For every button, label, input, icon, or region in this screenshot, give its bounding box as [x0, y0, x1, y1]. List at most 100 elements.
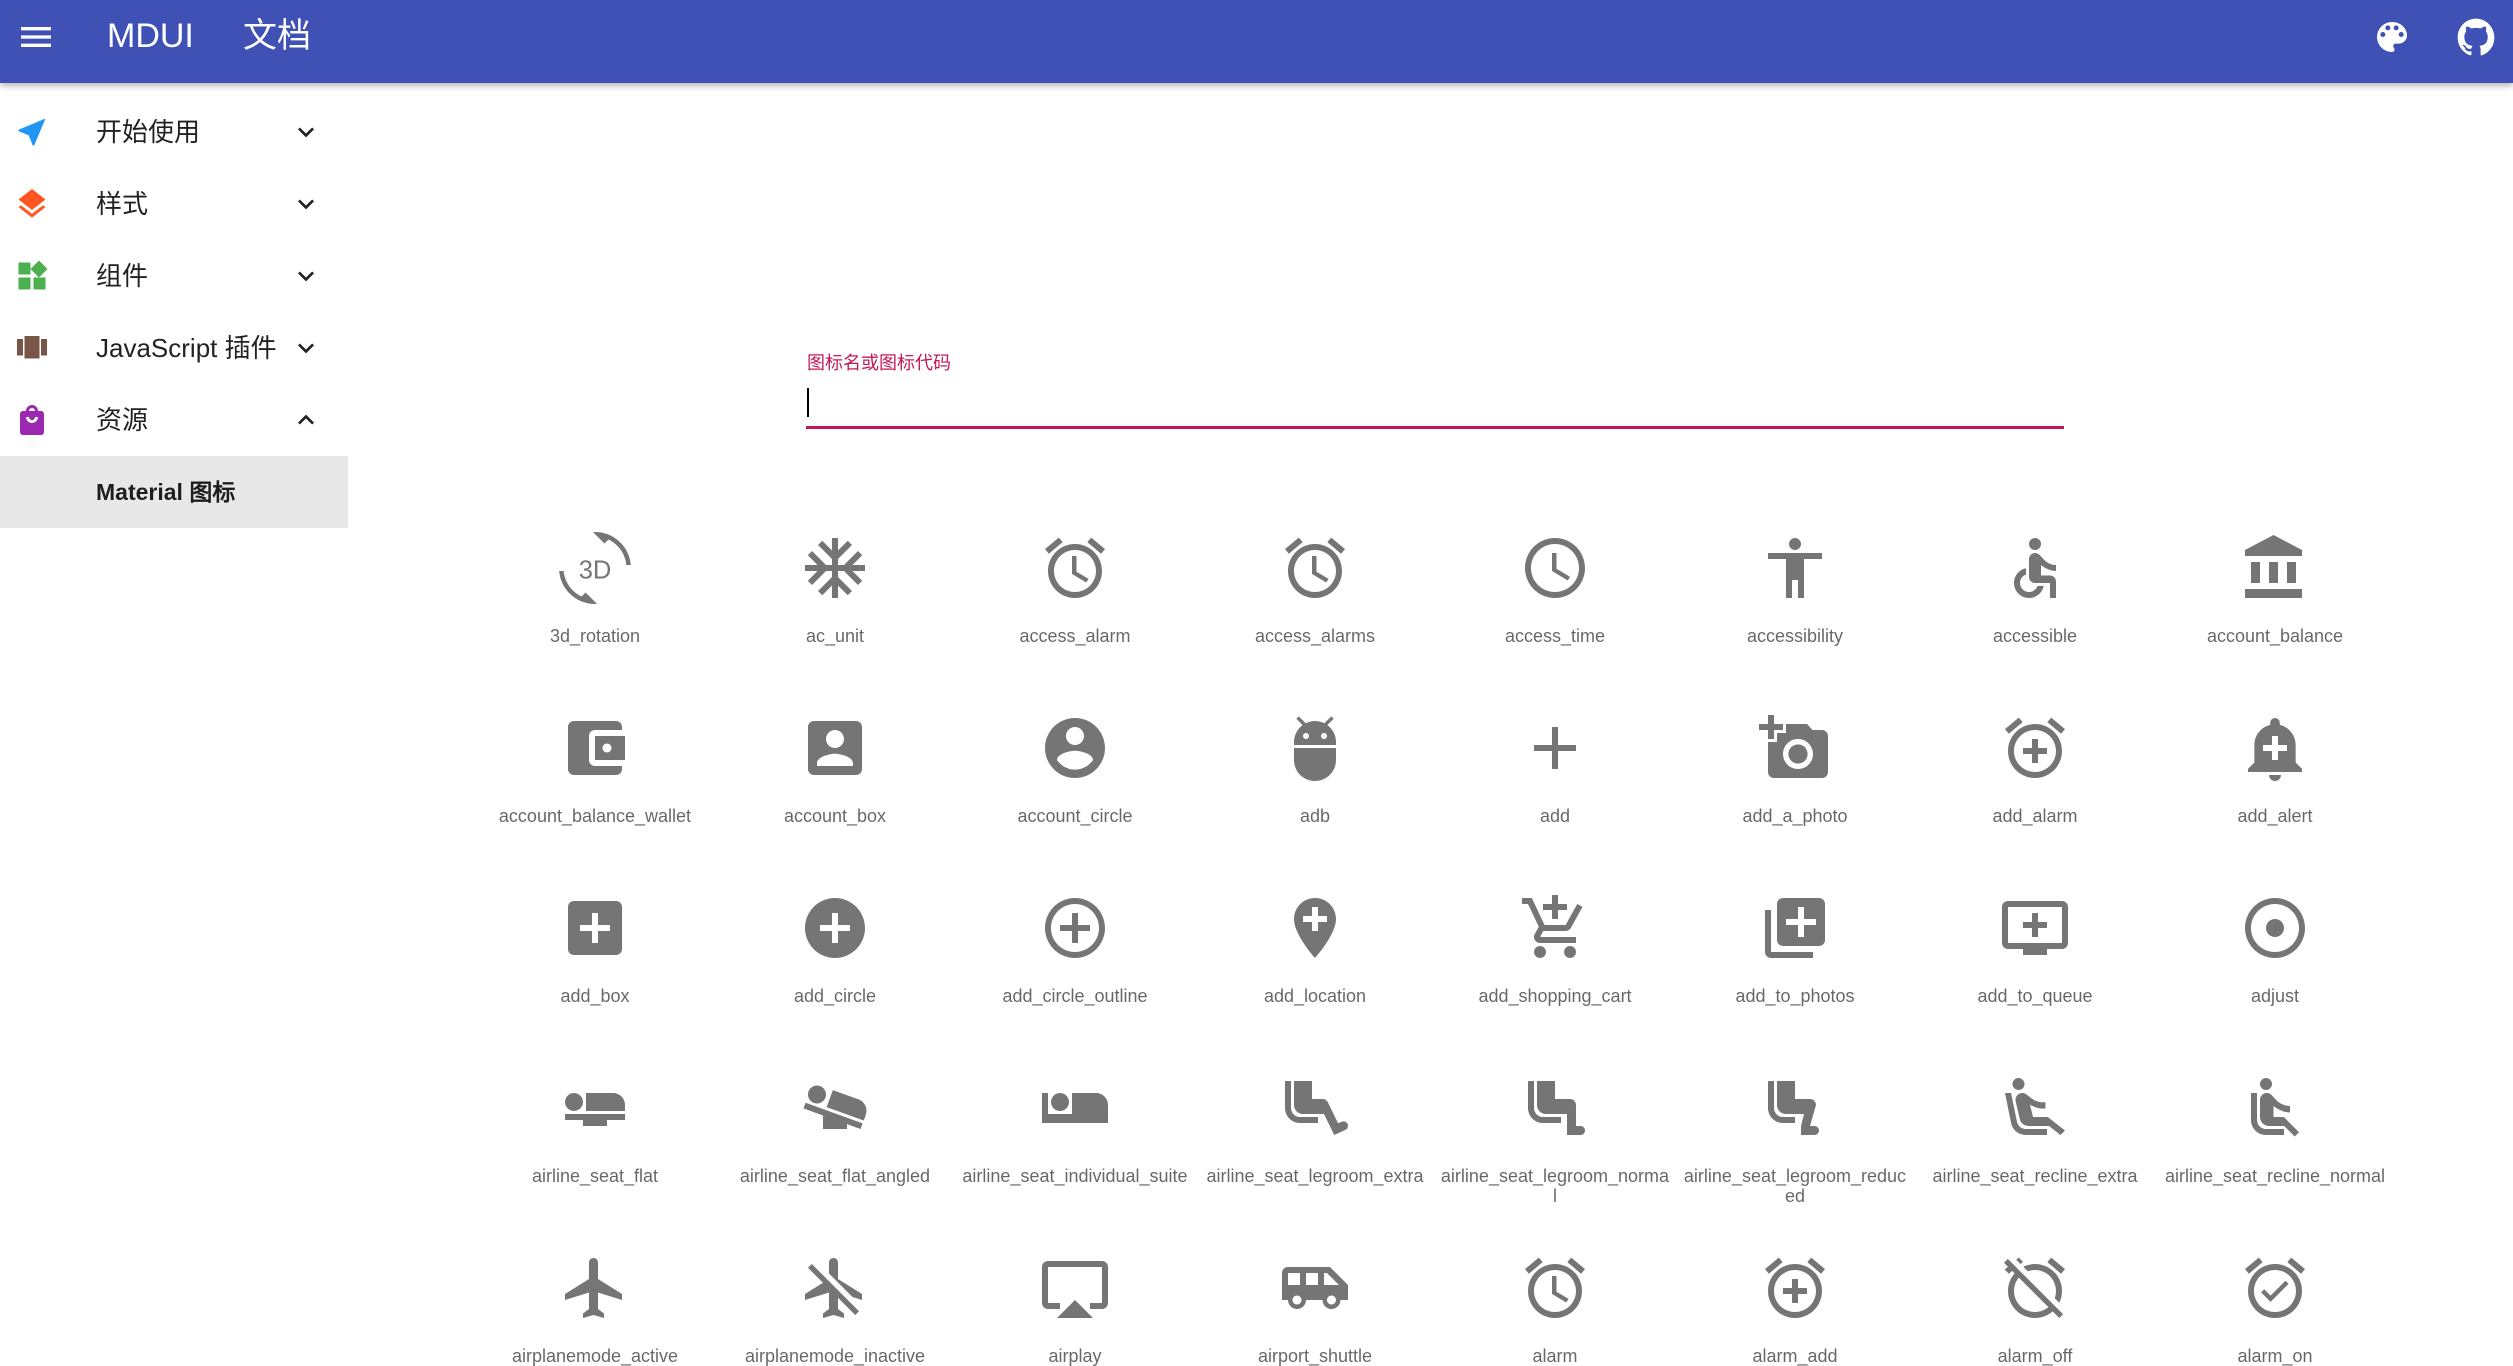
navigation-drawer: 开始使用 样式 组件 JavaScript 插件 资源 Material 图标: [0, 83, 348, 1304]
chevron-up-icon: [290, 404, 322, 436]
icon-tile-label: add: [1539, 806, 1571, 826]
add-to-photos-icon: [1759, 892, 1831, 964]
icon-tile-label: airline_seat_legroom_reduced: [1683, 1166, 1907, 1206]
icon-tile-label: access_alarm: [1019, 626, 1131, 646]
ac-unit-icon: [799, 532, 871, 604]
adb-icon: [1279, 712, 1351, 784]
drawer-item-styles[interactable]: 样式: [0, 168, 348, 240]
adjust-icon: [2239, 892, 2311, 964]
icon-tile-label: add_circle_outline: [1002, 986, 1148, 1006]
drawer-item-label: 组件: [96, 261, 149, 291]
airport-shuttle-icon: [1279, 1252, 1351, 1324]
add-circle-icon: [799, 892, 871, 964]
add-icon: [1519, 712, 1591, 784]
icon-tile-label: ac_unit: [805, 626, 865, 646]
airline-seat-legroom-extra-icon: [1279, 1072, 1351, 1144]
icon-tile-label: airline_seat_flat: [531, 1166, 659, 1186]
chevron-down-icon: [290, 188, 322, 220]
icon-tile-label: add_alarm: [1992, 806, 2078, 826]
drawer-item-label: JavaScript 插件: [96, 333, 277, 363]
icon-tile-label: airline_seat_legroom_extra: [1206, 1166, 1424, 1186]
drawer-item-components[interactable]: 组件: [0, 240, 348, 312]
icon-tile-label: adb: [1299, 806, 1331, 826]
drawer-item-getting-started[interactable]: 开始使用: [0, 96, 348, 168]
drawer-item-javascript-plugins[interactable]: JavaScript 插件: [0, 312, 348, 384]
shopping-bag-icon: [14, 402, 50, 438]
account-balance-icon: [2239, 532, 2311, 604]
section-title[interactable]: 文档: [243, 16, 311, 56]
airline-seat-flat-angled-icon: [799, 1072, 871, 1144]
icon-tile-label: airline_seat_recline_extra: [1932, 1166, 2138, 1186]
alarm-off-icon: [1999, 1252, 2071, 1324]
icon-tile-label: 3d_rotation: [549, 626, 641, 646]
icon-tile-label: access_alarms: [1254, 626, 1376, 646]
drawer-subitem-material-icons[interactable]: Material 图标: [0, 456, 348, 528]
layers-icon: [14, 186, 50, 222]
airplanemode-active-icon: [559, 1252, 631, 1324]
icon-tile-label: airplanemode_active: [511, 1346, 679, 1366]
access-alarms-icon: [1279, 532, 1351, 604]
icon-tile-label: airplanemode_inactive: [744, 1346, 926, 1366]
add-a-photo-icon: [1759, 712, 1831, 784]
palette-icon[interactable]: [2372, 17, 2412, 57]
icon-tile-label: accessible: [1992, 626, 2078, 646]
alarm-add-icon: [1759, 1252, 1831, 1324]
icon-tile-label: airline_seat_individual_suite: [962, 1166, 1188, 1186]
airline-seat-recline-extra-icon: [1999, 1072, 2071, 1144]
icon-tile-label: alarm_add: [1752, 1346, 1838, 1366]
airplay-icon: [1039, 1252, 1111, 1324]
icon-tile-label: accessibility: [1746, 626, 1844, 646]
airline-seat-individual-suite-icon: [1039, 1072, 1111, 1144]
view-carousel-icon: [14, 330, 50, 366]
svg-text:3D: 3D: [579, 557, 612, 585]
icon-tile-label: alarm_off: [1997, 1346, 2073, 1366]
icon-tile-label: add_to_queue: [1977, 986, 2093, 1006]
icon-tile-label: account_box: [783, 806, 887, 826]
airline-seat-flat-icon: [559, 1072, 631, 1144]
account-box-icon: [799, 712, 871, 784]
navigation-arrow-icon: [14, 114, 50, 150]
chevron-down-icon: [290, 332, 322, 364]
account-balance-wallet-icon: [559, 712, 631, 784]
icon-tile-label: add_circle: [793, 986, 877, 1006]
add-circle-outline-icon: [1039, 892, 1111, 964]
chevron-down-icon: [290, 260, 322, 292]
icon-tile-label: adjust: [2250, 986, 2300, 1006]
accessibility-icon: [1759, 532, 1831, 604]
icon-tile-label: account_circle: [1017, 806, 1133, 826]
icon-tile-label: airplay: [1048, 1346, 1102, 1366]
airplanemode-inactive-icon: [799, 1252, 871, 1324]
icon-tile-label: airline_seat_recline_normal: [2164, 1166, 2386, 1186]
icon-tile-label: airline_seat_legroom_normal: [1440, 1166, 1670, 1206]
drawer-item-resources[interactable]: 资源: [0, 384, 348, 456]
airline-seat-legroom-normal-icon: [1519, 1072, 1591, 1144]
icon-tile-label: add_a_photo: [1742, 806, 1848, 826]
app-bar: MDUI 文档: [0, 0, 2513, 83]
accessible-icon: [1999, 532, 2071, 604]
chevron-down-icon: [290, 116, 322, 148]
icon-tile-label: account_balance: [2206, 626, 2344, 646]
add-shopping-cart-icon: [1519, 892, 1591, 964]
icon-tile-label: add_box: [560, 986, 630, 1006]
add-location-icon: [1279, 892, 1351, 964]
airline-seat-legroom-reduced-icon: [1759, 1072, 1831, 1144]
brand-title[interactable]: MDUI: [107, 16, 194, 56]
add-alert-icon: [2239, 712, 2311, 784]
icon-tile-label: alarm_on: [2237, 1346, 2313, 1366]
airline-seat-recline-normal-icon: [2239, 1072, 2311, 1144]
icon-tile-label: add_to_photos: [1735, 986, 1855, 1006]
alarm-icon: [1519, 1252, 1591, 1324]
icon-tile-label: add_location: [1263, 986, 1367, 1006]
drawer-item-label: 资源: [96, 405, 149, 435]
drawer-subitem-label: Material 图标: [96, 479, 236, 505]
add-to-queue-icon: [1999, 892, 2071, 964]
github-icon[interactable]: [2454, 15, 2498, 59]
alarm-on-icon: [2239, 1252, 2311, 1324]
widgets-icon: [14, 258, 50, 294]
menu-icon[interactable]: [16, 17, 56, 57]
3d-rotation-icon: 3D: [559, 532, 631, 604]
access-time-icon: [1519, 532, 1591, 604]
account-circle-icon: [1039, 712, 1111, 784]
access-alarm-icon: [1039, 532, 1111, 604]
icon-tile-label: access_time: [1504, 626, 1606, 646]
